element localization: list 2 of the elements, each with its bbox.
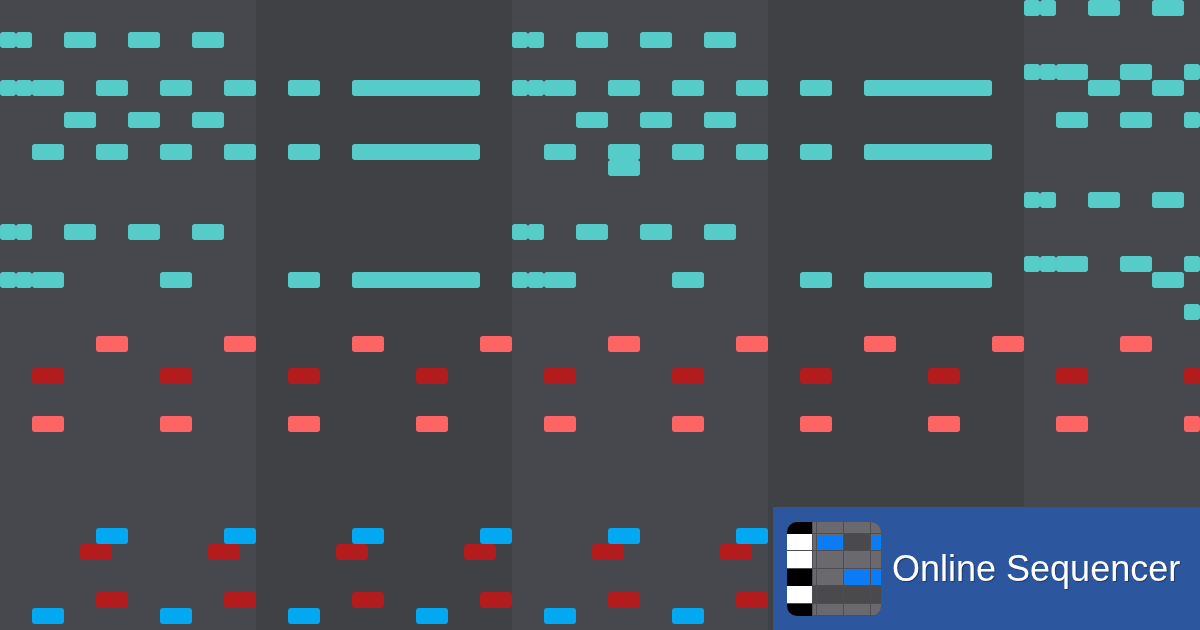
brand-name: Online Sequencer xyxy=(892,548,1181,589)
piano-grid-icon xyxy=(787,521,881,616)
